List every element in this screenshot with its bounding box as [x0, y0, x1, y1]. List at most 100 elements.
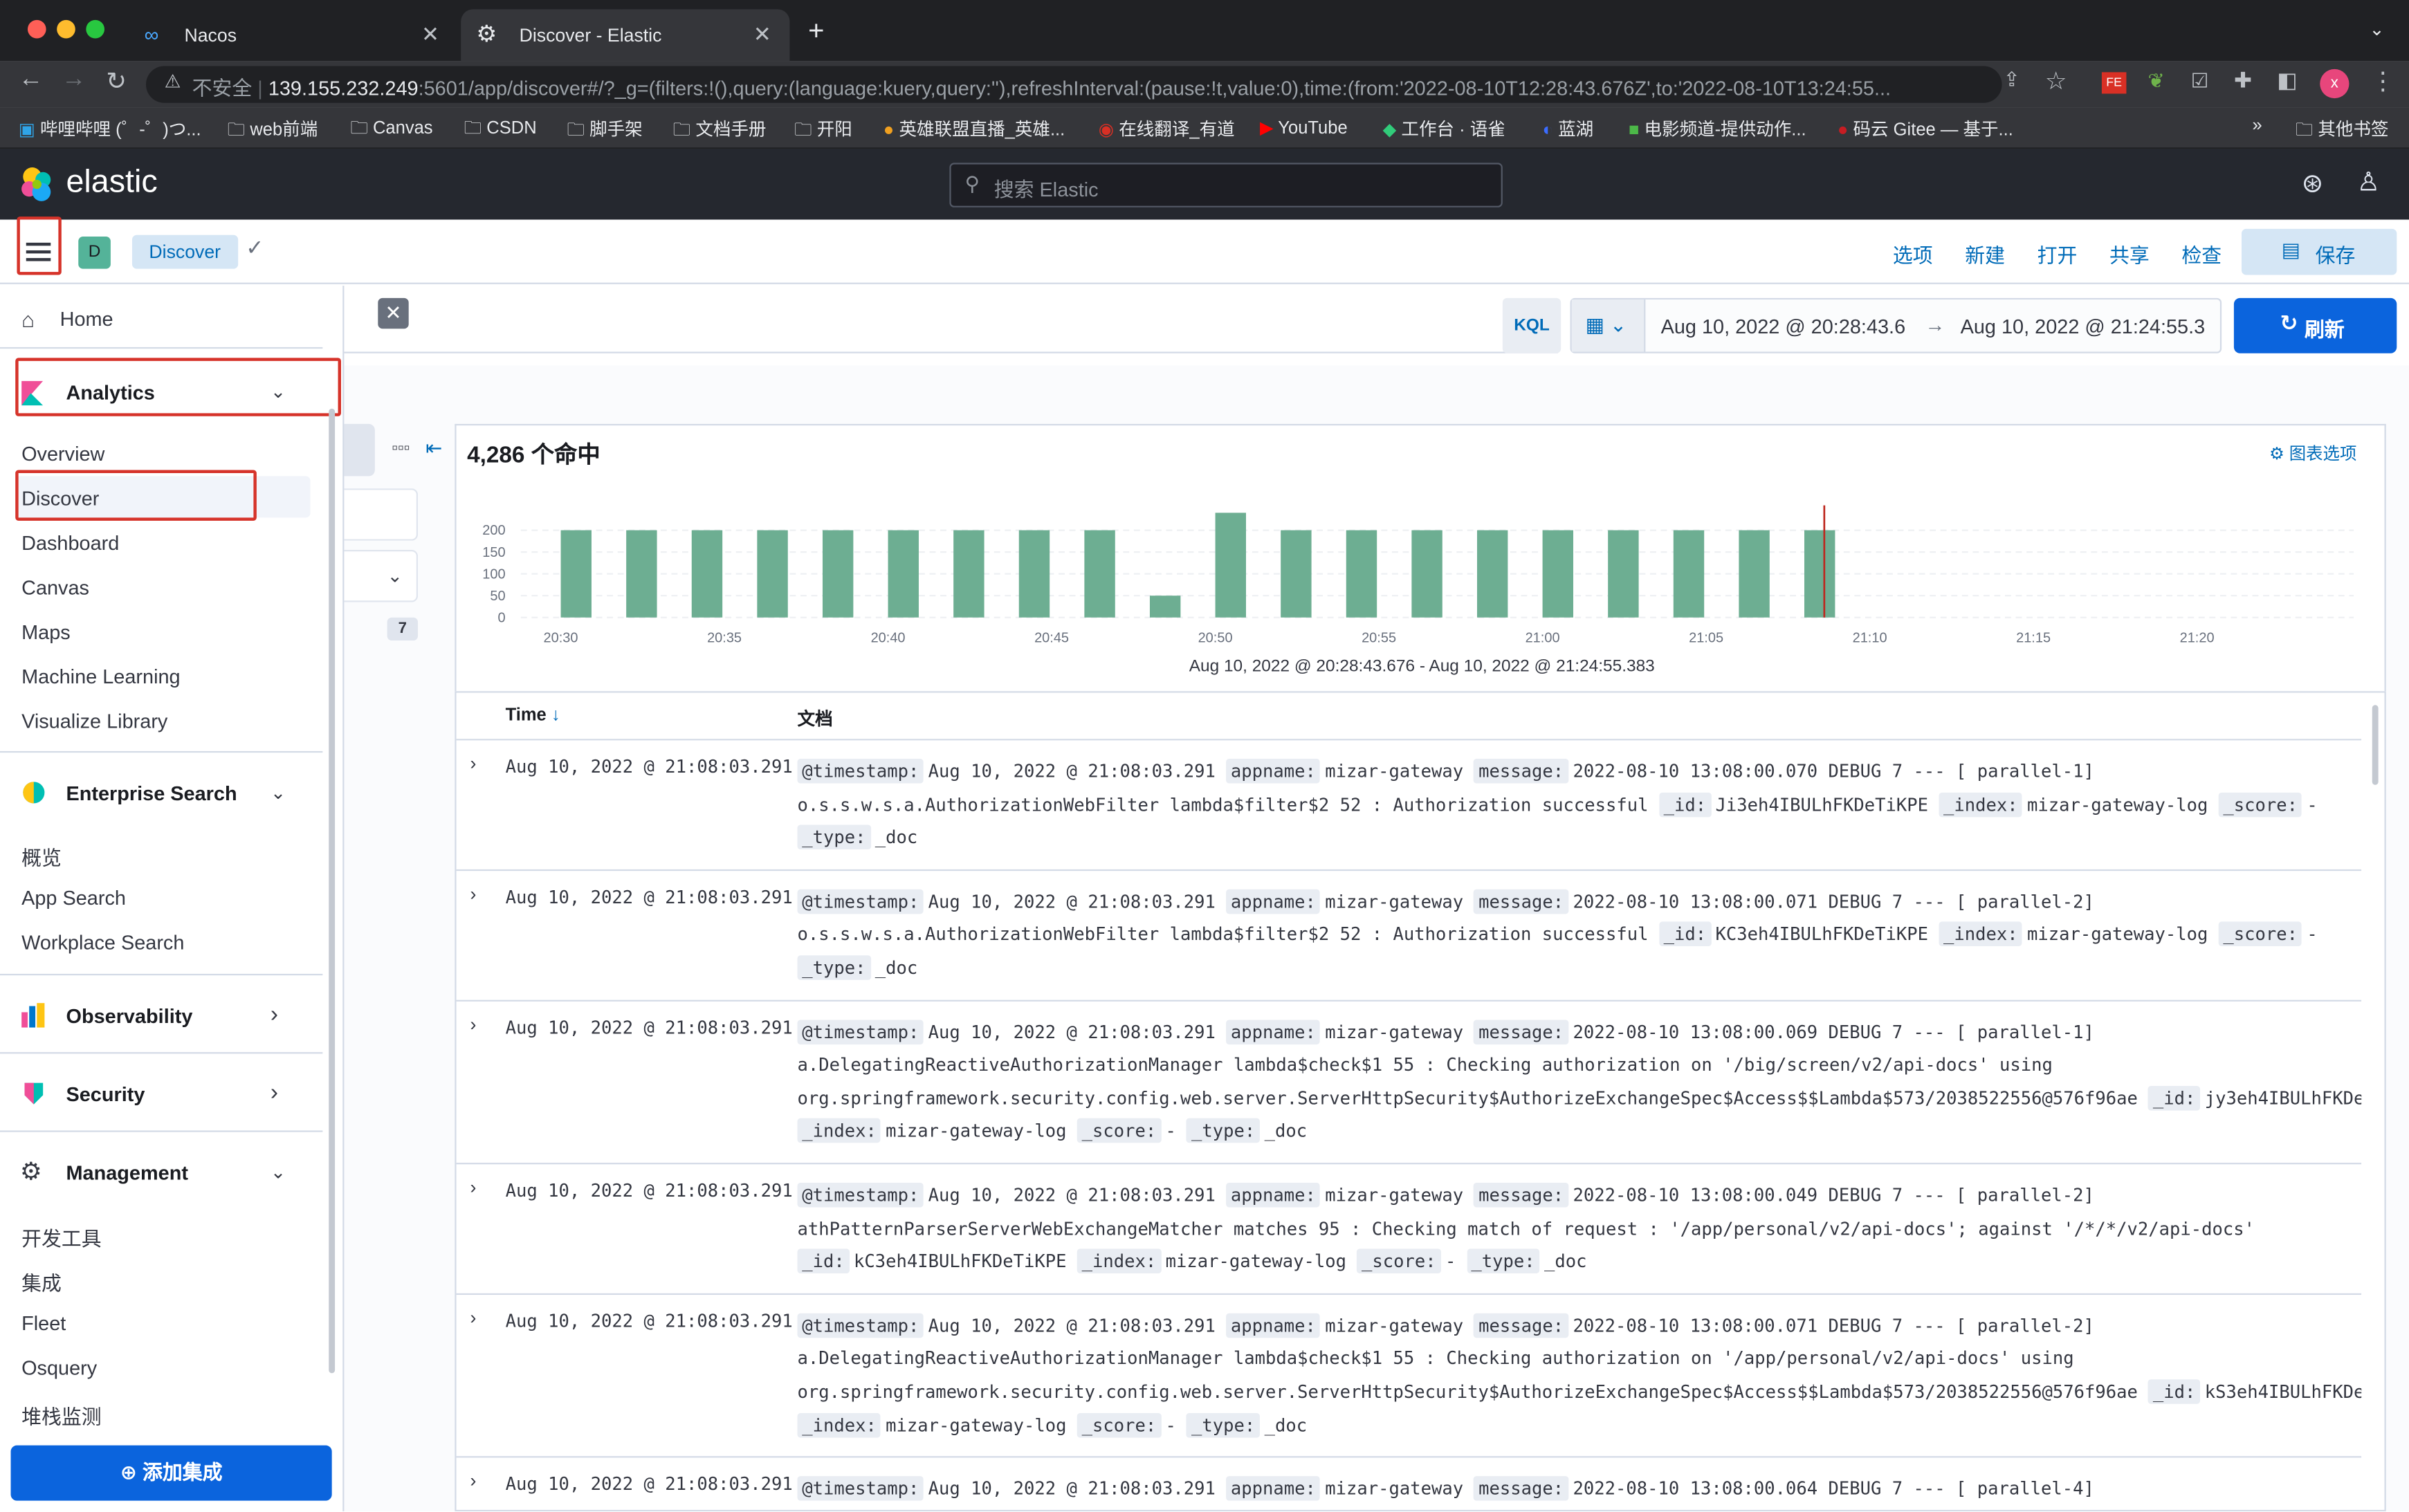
expand-row-icon[interactable]: ›: [470, 1470, 477, 1492]
bookmark-movie[interactable]: ■ 电影频道-提供动作...: [1629, 117, 1806, 142]
browser-tab-discover[interactable]: ⚙ Discover - Elastic ✕: [461, 9, 790, 62]
chevron-right-icon[interactable]: ›: [271, 1002, 278, 1028]
histogram-bar[interactable]: [1739, 530, 1770, 618]
histogram-bar[interactable]: [757, 530, 788, 618]
table-row[interactable]: › Aug 10, 2022 @ 21:08:03.291 @timestamp: A…: [456, 1456, 2362, 1512]
histogram-bar[interactable]: [1215, 513, 1246, 618]
query-input[interactable]: [344, 298, 1558, 353]
fe-extension-icon[interactable]: FE: [2101, 72, 2127, 94]
bookmark-youdao[interactable]: ◉ 在线翻译_有道: [1099, 117, 1235, 142]
space-avatar[interactable]: D: [78, 236, 111, 269]
chart-options-button[interactable]: ⚙ 图表选项: [2269, 441, 2356, 465]
browser-menu-icon[interactable]: ⋮: [2371, 66, 2396, 96]
open-link[interactable]: 打开: [2037, 239, 2078, 268]
close-tab-icon[interactable]: ✕: [421, 21, 439, 48]
date-to[interactable]: Aug 10, 2022 @ 21:24:55.3: [1961, 315, 2206, 338]
histogram-bar[interactable]: [822, 530, 854, 618]
more-options-icon[interactable]: ▫▫▫: [392, 439, 410, 458]
histogram-bar[interactable]: [1411, 530, 1442, 618]
sort-down-icon[interactable]: ↓: [551, 707, 560, 726]
global-search-input[interactable]: ⚲ 搜索 Elastic: [949, 163, 1503, 208]
expand-row-icon[interactable]: ›: [470, 753, 477, 774]
sidebar-item-dashboard[interactable]: Dashboard: [21, 531, 119, 554]
add-integrations-button[interactable]: ⊕ 添加集成: [10, 1445, 332, 1501]
sidebar-item-home[interactable]: Home: [60, 307, 113, 330]
bookmark-docs[interactable]: 🗀 文档手册: [673, 117, 767, 147]
index-pattern-selector[interactable]: [344, 423, 375, 477]
inspect-link[interactable]: 检查: [2181, 239, 2222, 268]
sidebar-group-management[interactable]: Management: [66, 1161, 187, 1184]
calendar-icon[interactable]: ▦ ⌄: [1571, 299, 1646, 352]
chevron-down-icon[interactable]: ⌄: [271, 1161, 286, 1183]
field-search-input[interactable]: [344, 488, 419, 541]
breadcrumb-discover[interactable]: Discover: [131, 234, 238, 269]
histogram-bar[interactable]: [626, 530, 657, 618]
maximize-window-icon[interactable]: [86, 19, 105, 39]
date-from[interactable]: Aug 10, 2022 @ 20:28:43.6: [1661, 315, 1906, 338]
extension-check-icon[interactable]: ☑: [2191, 69, 2209, 94]
histogram-bar[interactable]: [953, 530, 984, 618]
expand-row-icon[interactable]: ›: [470, 1177, 477, 1198]
elastic-logo-text[interactable]: elastic: [66, 165, 157, 201]
bookmark-other[interactable]: 🗀 其他书签: [2296, 117, 2389, 147]
collapse-sidebar-icon[interactable]: ⇤: [425, 436, 442, 461]
sidebar-item-fleet[interactable]: Fleet: [21, 1311, 66, 1334]
bookmark-youtube[interactable]: ▶ YouTube: [1260, 117, 1348, 138]
histogram-bar[interactable]: [1281, 530, 1312, 618]
table-row[interactable]: › Aug 10, 2022 @ 21:08:03.291 @timestamp: A…: [456, 739, 2362, 869]
sidebar-group-enterprise-search[interactable]: Enterprise Search: [66, 782, 237, 804]
sidebar-item-overview[interactable]: Overview: [21, 443, 104, 465]
back-arrow-icon[interactable]: ←: [19, 66, 44, 93]
bookmark-csdn[interactable]: 🗀 CSDN: [464, 117, 537, 146]
notifications-icon[interactable]: ♙: [2357, 167, 2381, 198]
table-row[interactable]: › Aug 10, 2022 @ 21:08:03.291 @timestamp: A…: [456, 999, 2362, 1163]
table-row[interactable]: › Aug 10, 2022 @ 21:08:03.291 @timestamp: A…: [456, 1163, 2362, 1293]
histogram-bar[interactable]: [1084, 530, 1115, 618]
reload-icon[interactable]: ↻: [106, 66, 127, 96]
bookmark-yuque[interactable]: ◆ 工作台 · 语雀: [1383, 117, 1505, 142]
histogram-bar[interactable]: [560, 530, 592, 618]
sidebar-group-security[interactable]: Security: [66, 1083, 145, 1106]
expand-row-icon[interactable]: ›: [470, 1013, 477, 1035]
table-row[interactable]: › Aug 10, 2022 @ 21:08:03.291 @timestamp: A…: [456, 1293, 2362, 1456]
profile-avatar[interactable]: x: [2320, 68, 2350, 99]
bookmark-kaiyang[interactable]: 🗀 开阳: [794, 117, 852, 147]
sidebar-item-integrations[interactable]: 集成: [21, 1267, 62, 1296]
sidebar-group-observability[interactable]: Observability: [66, 1004, 192, 1027]
sidebar-item-dev-tools[interactable]: 开发工具: [21, 1223, 102, 1252]
options-link[interactable]: 选项: [1893, 239, 1933, 268]
sidebar-item-osquery[interactable]: Osquery: [21, 1356, 97, 1379]
sidebar-item-stack-monitoring[interactable]: 堆栈监测: [21, 1401, 102, 1430]
sidebar-item-workplace-search[interactable]: Workplace Search: [21, 931, 184, 954]
histogram-bar[interactable]: [1608, 530, 1639, 618]
chevron-right-icon[interactable]: ›: [271, 1080, 278, 1106]
expand-row-icon[interactable]: ›: [470, 1307, 477, 1328]
sidebar-item-overview-zh[interactable]: 概览: [21, 842, 62, 871]
close-window-icon[interactable]: [27, 19, 46, 39]
histogram-bar[interactable]: [1149, 596, 1181, 618]
new-link[interactable]: 新建: [1965, 239, 2005, 268]
tab-search-chevron-icon[interactable]: ⌄: [2369, 19, 2384, 40]
forward-arrow-icon[interactable]: →: [62, 66, 86, 93]
sidebar-item-canvas[interactable]: Canvas: [21, 576, 89, 599]
bookmark-star-icon[interactable]: ☆: [2045, 66, 2067, 96]
share-page-icon[interactable]: ⇪: [2004, 68, 2020, 93]
chevron-down-icon[interactable]: ⌄: [271, 782, 286, 803]
close-tab-icon[interactable]: ✕: [753, 21, 771, 48]
sidebar-scrollbar[interactable]: [329, 408, 336, 1374]
expand-row-icon[interactable]: ›: [470, 883, 477, 904]
histogram-bar[interactable]: [888, 530, 919, 618]
new-tab-icon[interactable]: +: [808, 15, 824, 48]
extension-leaf-icon[interactable]: ❦: [2148, 69, 2165, 94]
sidebar-item-visualize-library[interactable]: Visualize Library: [21, 710, 167, 732]
histogram-bar[interactable]: [1673, 530, 1705, 618]
extensions-puzzle-icon[interactable]: ✚: [2234, 68, 2252, 94]
help-icon[interactable]: ⊛: [2302, 169, 2324, 199]
bookmark-gitee[interactable]: ● 码云 Gitee — 基于...: [1838, 117, 2013, 142]
side-panel-icon[interactable]: ◧: [2277, 68, 2297, 94]
bookmark-lol[interactable]: ● 英雄联盟直播_英雄...: [883, 117, 1065, 142]
field-filter-dropdown[interactable]: ⌄: [344, 550, 419, 602]
bookmark-canvas[interactable]: 🗀 Canvas: [350, 117, 432, 146]
refresh-button[interactable]: ↻ 刷新: [2233, 297, 2397, 353]
kql-toggle[interactable]: KQL: [1502, 297, 1561, 353]
